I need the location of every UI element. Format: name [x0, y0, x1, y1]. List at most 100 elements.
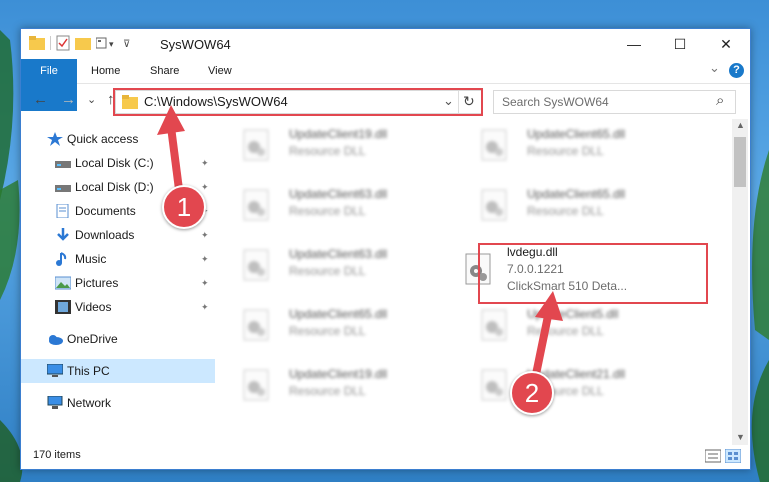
sidebar-item-label: This PC: [67, 364, 110, 378]
sidebar-item-videos[interactable]: Videos ✦: [21, 295, 215, 319]
back-arrow-icon[interactable]: ←: [33, 91, 48, 108]
close-button[interactable]: ✕: [703, 29, 749, 59]
file-name: UpdateClient19.dll: [289, 127, 388, 141]
dll-file-icon: [481, 129, 507, 161]
quick-access-toolbar-dropdown-icon[interactable]: ⊽: [123, 36, 133, 50]
sidebar-item-onedrive[interactable]: OneDrive: [21, 327, 215, 351]
file-description: Resource DLL: [289, 144, 366, 158]
star-icon: [47, 132, 63, 146]
file-description: Resource DLL: [289, 384, 366, 398]
dll-file-icon: [243, 189, 269, 221]
step-badge-2: 2: [510, 371, 554, 415]
scroll-up-icon[interactable]: ▲: [736, 120, 745, 130]
explorer-window: ▾ ⊽ SysWOW64 — ☐ ✕ File Home Share View …: [20, 28, 751, 470]
music-icon: [56, 252, 67, 266]
file-name: UpdateClient65.dll: [527, 187, 626, 201]
sidebar-item-label: Videos: [75, 300, 112, 314]
sidebar-item-music[interactable]: Music ✦: [21, 247, 215, 271]
sidebar-item-network[interactable]: Network: [21, 391, 215, 415]
ribbon: File Home Share View ⌄ ?: [21, 56, 750, 111]
recent-locations-chevron-icon[interactable]: ⌄: [87, 93, 96, 106]
sidebar-item-this-pc[interactable]: This PC: [21, 359, 215, 383]
tab-home[interactable]: Home: [91, 59, 120, 83]
pin-icon: ✦: [201, 301, 209, 312]
tab-share[interactable]: Share: [150, 59, 179, 83]
dll-file-icon: [481, 309, 507, 341]
item-count: 170 items: [33, 449, 81, 461]
network-icon: [47, 396, 63, 409]
folder-icon: [29, 36, 45, 50]
sidebar-item-pictures[interactable]: Pictures ✦: [21, 271, 215, 295]
list-item[interactable]: UpdateClient63.dll Resource DLL: [219, 179, 449, 231]
svg-text:▾: ▾: [109, 40, 114, 50]
scroll-down-icon[interactable]: ▼: [736, 432, 745, 442]
scrollbar-thumb[interactable]: [734, 137, 746, 187]
file-description: Resource DLL: [289, 204, 366, 218]
maximize-button[interactable]: ☐: [657, 29, 703, 59]
sidebar-item-label: OneDrive: [67, 332, 118, 346]
dll-file-icon: [481, 369, 507, 401]
computer-icon: [47, 364, 63, 377]
file-description: Resource DLL: [527, 204, 604, 218]
drive-icon: [55, 161, 71, 168]
sidebar-item-label: Music: [75, 252, 107, 266]
title-bar: ▾ ⊽ SysWOW64 — ☐ ✕: [21, 29, 750, 59]
file-name: UpdateClient65.dll: [527, 127, 626, 141]
download-icon: [57, 228, 69, 241]
dll-file-icon: [481, 189, 507, 221]
sidebar-item-label: Downloads: [75, 228, 135, 242]
details-view-icon[interactable]: [705, 449, 721, 463]
properties-icon[interactable]: [56, 35, 70, 51]
list-item[interactable]: UpdateClient19.dll Resource DLL: [219, 359, 449, 411]
pin-icon: ✦: [201, 229, 209, 240]
pin-icon: ✦: [201, 253, 209, 264]
file-description: Resource DLL: [289, 264, 366, 278]
pictures-icon: [55, 276, 71, 290]
pin-icon: ✦: [201, 277, 209, 288]
customize-icon[interactable]: ▾: [96, 36, 118, 50]
list-item[interactable]: UpdateClient5.dll Resource DLL: [457, 299, 687, 351]
sidebar-item-label: Pictures: [75, 276, 119, 290]
list-item[interactable]: UpdateClient63.dll Resource DLL: [219, 239, 449, 291]
svg-text:⊽: ⊽: [123, 39, 130, 50]
search-input[interactable]: Search SysWOW64: [502, 95, 609, 109]
file-description: Resource DLL: [527, 144, 604, 158]
new-folder-icon[interactable]: [75, 36, 91, 50]
list-item[interactable]: UpdateClient65.dll Resource DLL: [457, 119, 687, 171]
minimize-button[interactable]: —: [611, 29, 657, 59]
cloud-icon: [49, 335, 63, 345]
tab-view[interactable]: View: [208, 59, 232, 83]
file-name: UpdateClient65.dll: [289, 307, 388, 321]
dll-file-icon: [243, 129, 269, 161]
step-badge-1: 1: [162, 185, 206, 229]
search-box[interactable]: Search SysWOW64 ⌕: [493, 90, 736, 114]
videos-icon: [55, 300, 71, 314]
vertical-scrollbar[interactable]: ▲ ▼: [732, 119, 748, 445]
sidebar-item-label: Local Disk (C:): [75, 156, 154, 170]
file-name: UpdateClient19.dll: [289, 367, 388, 381]
list-item[interactable]: UpdateClient65.dll Resource DLL: [457, 179, 687, 231]
sidebar-item-label: Documents: [75, 204, 136, 218]
expand-ribbon-chevron-icon[interactable]: ⌄: [709, 56, 720, 80]
status-bar: 170 items: [21, 445, 750, 469]
dll-file-icon: [243, 309, 269, 341]
list-item[interactable]: UpdateClient19.dll Resource DLL: [219, 119, 449, 171]
window-title: SysWOW64: [160, 37, 231, 52]
large-icons-view-icon[interactable]: [725, 449, 741, 463]
sidebar-item-label: Quick access: [67, 132, 139, 146]
dll-file-icon: [243, 249, 269, 281]
file-name: UpdateClient63.dll: [289, 187, 388, 201]
forward-arrow-icon[interactable]: →: [61, 91, 76, 108]
search-icon[interactable]: ⌕: [716, 92, 724, 109]
help-icon[interactable]: ?: [729, 63, 744, 78]
list-item[interactable]: UpdateClient21.dll Resource DLL: [457, 359, 687, 411]
file-description: Resource DLL: [289, 324, 366, 338]
sidebar-item-label: Local Disk (D:): [75, 180, 154, 194]
drive-icon: [55, 185, 71, 192]
dll-file-icon: [243, 369, 269, 401]
list-item[interactable]: UpdateClient65.dll Resource DLL: [219, 299, 449, 351]
sidebar-item-label: Network: [67, 396, 112, 410]
documents-icon: [56, 204, 69, 218]
file-name: UpdateClient63.dll: [289, 247, 388, 261]
divider: [50, 36, 51, 50]
